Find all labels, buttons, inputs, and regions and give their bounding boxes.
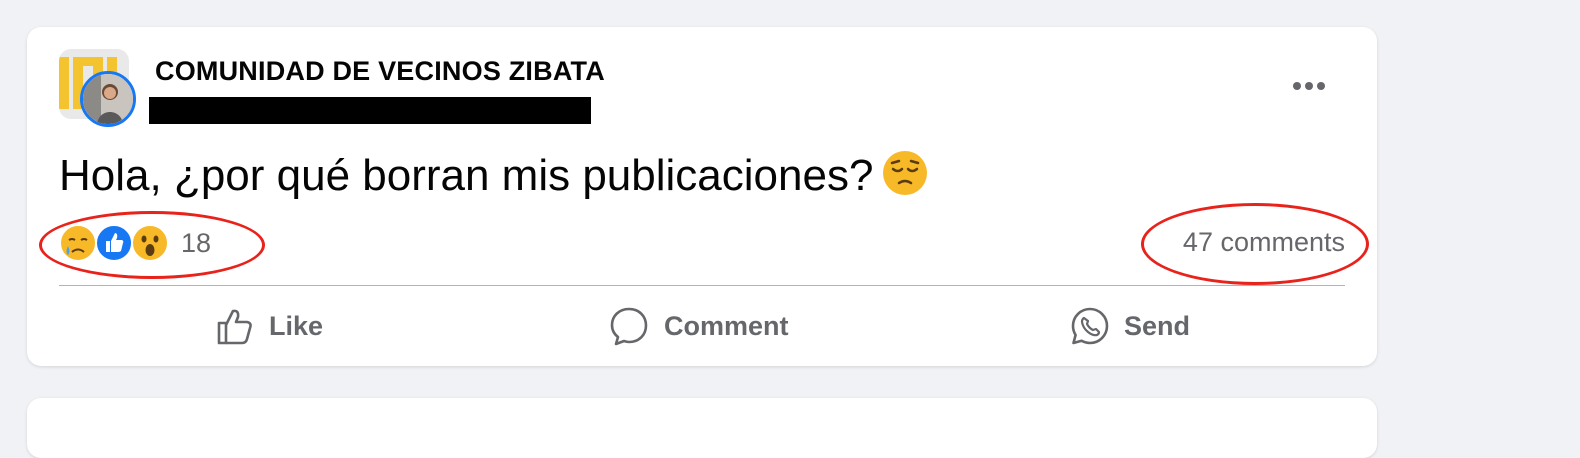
comments-count-link[interactable]: 47 comments [1183,227,1345,258]
ellipsis-icon [1293,82,1325,90]
send-label: Send [1124,310,1191,341]
comment-bubble-icon [610,307,648,346]
send-button[interactable]: Send [1070,303,1190,349]
reaction-icons [59,224,171,262]
group-name[interactable]: COMUNIDAD DE VECINOS ZIBATA [155,56,605,87]
thumbs-up-icon [217,309,252,345]
comment-button[interactable]: Comment [608,303,789,349]
comment-label: Comment [664,310,789,341]
like-reaction-icon [95,224,133,262]
user-avatar[interactable] [80,71,136,127]
post-text: Hola, ¿por qué borran mis publicaciones? [59,149,929,208]
crying-face-reaction-icon [59,224,97,262]
user-photo-icon [83,74,133,124]
reactions-summary[interactable]: 18 [59,224,211,262]
divider [59,285,1345,286]
post-message: Hola, ¿por qué borran mis publicaciones? [59,151,874,201]
reaction-count: 18 [181,227,212,258]
next-post-card [27,398,1377,458]
pensive-face-emoji [881,149,929,208]
redacted-author-bar [149,97,591,124]
like-label: Like [269,310,324,341]
post-card: COMUNIDAD DE VECINOS ZIBATA Hola, ¿por q… [27,27,1377,366]
more-options-button[interactable] [1279,67,1339,105]
like-button[interactable]: Like [215,303,323,349]
whatsapp-icon [1071,307,1109,345]
wow-reaction-icon [131,224,169,262]
